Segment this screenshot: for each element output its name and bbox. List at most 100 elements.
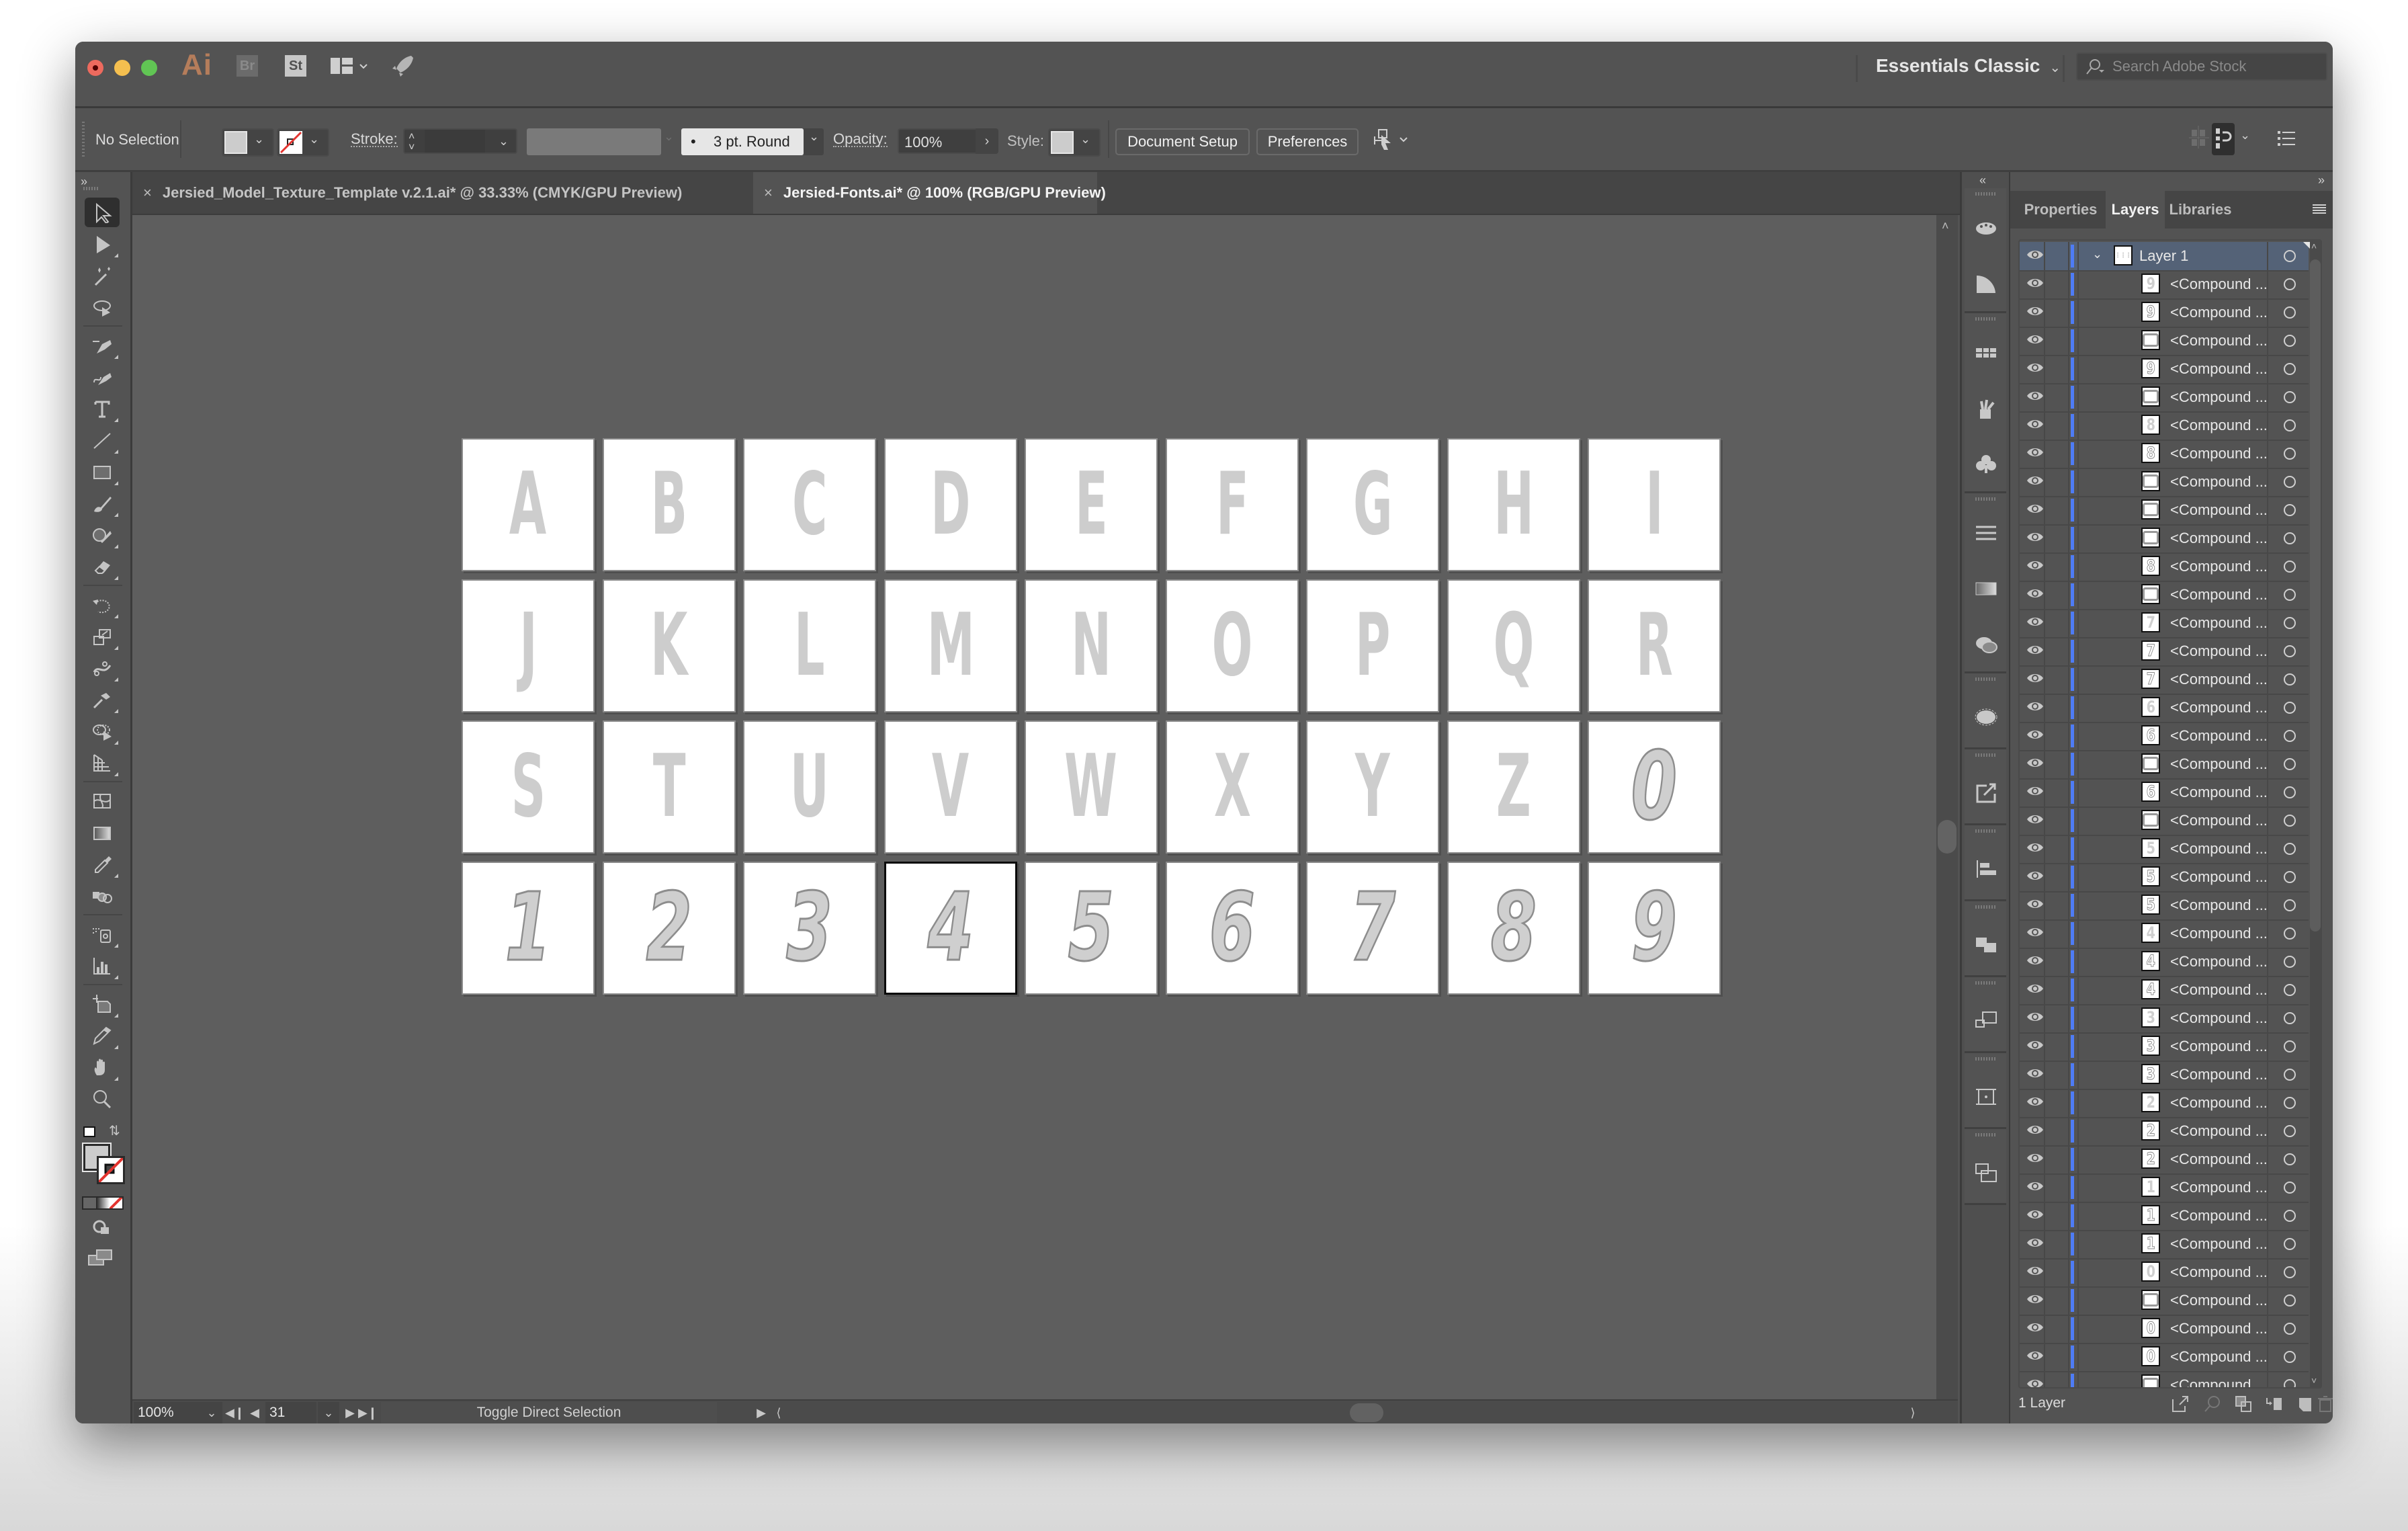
sublayer-row[interactable]: 7 <Compound ...: [2020, 637, 2309, 667]
line-segment-tool[interactable]: [85, 425, 120, 455]
visibility-eye-icon[interactable]: [2026, 1095, 2044, 1108]
brushes-panel-button[interactable]: [1975, 397, 1997, 420]
sublayer-row[interactable]: 8 <Compound ...: [2020, 552, 2309, 582]
sublayer-row[interactable]: 6 <Compound ...: [2020, 778, 2309, 808]
mesh-tool[interactable]: [85, 786, 120, 816]
target-circle-icon[interactable]: [2284, 673, 2296, 686]
artboard-P[interactable]: P: [1306, 579, 1439, 712]
sublayer-row[interactable]: 8 <Compound ...: [2020, 411, 2309, 441]
new-sublayer-icon[interactable]: [2266, 1395, 2283, 1413]
sublayer-row[interactable]: <Compound ...: [2020, 1286, 2309, 1316]
target-circle-icon[interactable]: [2284, 1210, 2296, 1222]
bridge-button[interactable]: Br: [236, 55, 258, 77]
sublayer-name[interactable]: <Compound ...: [2170, 1320, 2268, 1337]
transparency-panel-button[interactable]: [1975, 633, 1997, 656]
artboard-X[interactable]: X: [1166, 720, 1299, 854]
control-bar-grip[interactable]: [82, 122, 85, 157]
artboard-dropdown[interactable]: ⌄: [318, 1402, 339, 1423]
artboard-6[interactable]: 6: [1166, 862, 1299, 995]
artboard-Q[interactable]: Q: [1447, 579, 1580, 712]
target-circle-icon[interactable]: [2284, 561, 2296, 573]
stock-search-input[interactable]: [2111, 56, 2315, 77]
sublayer-name[interactable]: <Compound ...: [2170, 614, 2268, 632]
visibility-eye-icon[interactable]: [2026, 446, 2044, 458]
export-icon[interactable]: [2172, 1395, 2189, 1413]
close-window-button[interactable]: [87, 60, 103, 76]
sublayer-name[interactable]: <Compound ...: [2170, 981, 2268, 999]
sublayer-name[interactable]: <Compound ...: [2170, 840, 2268, 858]
sublayer-name[interactable]: <Compound ...: [2170, 897, 2268, 914]
sublayer-row[interactable]: 7 <Compound ...: [2020, 609, 2309, 638]
canvas[interactable]: A B C D E F G H I J K L MNOP QR S T U VWX Y Z0 123456789: [132, 215, 1936, 1423]
target-circle-icon[interactable]: [2284, 278, 2296, 290]
sublayer-name[interactable]: <Compound ...: [2170, 784, 2268, 801]
sublayer-name[interactable]: <Compound ...: [2170, 1207, 2268, 1225]
sublayer-name[interactable]: <Compound ...: [2170, 1179, 2268, 1196]
artboard-F[interactable]: F: [1166, 438, 1299, 571]
visibility-eye-icon[interactable]: [2026, 785, 2044, 797]
paintbrush-tool[interactable]: [85, 489, 120, 518]
sublayer-row[interactable]: <Compound ...: [2020, 806, 2309, 836]
visibility-eye-icon[interactable]: [2026, 1378, 2044, 1389]
artboard-B[interactable]: B: [603, 438, 736, 571]
target-circle-icon[interactable]: [2284, 645, 2296, 657]
sublayer-name[interactable]: <Compound ...: [2170, 276, 2268, 293]
sublayer-name[interactable]: <Compound ...: [2170, 304, 2268, 321]
color-guide-panel-button[interactable]: [1975, 273, 1997, 296]
target-circle-icon[interactable]: [2284, 1040, 2296, 1052]
sublayer-row[interactable]: 7 <Compound ...: [2020, 665, 2309, 695]
gradient-panel-panel-button[interactable]: [1975, 577, 1997, 600]
artboard-T[interactable]: T: [603, 720, 736, 854]
minimize-window-button[interactable]: [114, 60, 130, 76]
fill-color-control[interactable]: ⌄: [222, 128, 274, 157]
artboard-D[interactable]: D: [884, 438, 1017, 571]
target-circle-icon[interactable]: [2284, 306, 2296, 319]
sublayer-name[interactable]: <Compound ...: [2170, 501, 2268, 519]
visibility-eye-icon[interactable]: [2026, 559, 2044, 571]
scale-tool[interactable]: [85, 622, 120, 651]
artboard-L[interactable]: L: [743, 579, 876, 712]
clipping-mask-icon[interactable]: [2235, 1395, 2252, 1413]
fill-swatch[interactable]: [224, 131, 247, 154]
visibility-eye-icon[interactable]: [2026, 841, 2044, 854]
visibility-eye-icon[interactable]: [2026, 587, 2044, 599]
panel-group-grip[interactable]: [1975, 905, 1995, 909]
visibility-eye-icon[interactable]: [2026, 1350, 2044, 1362]
visibility-eye-icon[interactable]: [2026, 333, 2044, 345]
panel-group-grip[interactable]: [1975, 192, 1995, 196]
lasso-tool[interactable]: [85, 292, 120, 322]
visibility-eye-icon[interactable]: [2026, 672, 2044, 684]
sublayer-name[interactable]: <Compound ...: [2170, 1094, 2268, 1112]
target-circle-icon[interactable]: [2284, 899, 2296, 911]
opacity-field[interactable]: 100%: [898, 128, 978, 154]
visibility-eye-icon[interactable]: [2026, 531, 2044, 543]
visibility-eye-icon[interactable]: [2026, 954, 2044, 966]
target-circle-icon[interactable]: [2284, 335, 2296, 347]
sublayer-name[interactable]: <Compound ...: [2170, 388, 2268, 406]
gradient-button[interactable]: [96, 1198, 110, 1208]
sublayer-row[interactable]: <Compound ...: [2020, 327, 2309, 356]
scroll-down-icon[interactable]: ˅: [2311, 1375, 2317, 1386]
sublayer-row[interactable]: 3 <Compound ...: [2020, 1004, 2309, 1034]
target-circle-icon[interactable]: [2284, 927, 2296, 940]
artboard-N[interactable]: N: [1025, 579, 1158, 712]
width-tool[interactable]: [85, 653, 120, 683]
sublayer-name[interactable]: <Compound ...: [2170, 332, 2268, 349]
draw-mode-button[interactable]: [91, 1219, 112, 1240]
sublayer-name[interactable]: <Compound ...: [2170, 727, 2268, 745]
layer-row[interactable]: ⌄ ⋮⋮⋮ Layer 1: [2020, 242, 2313, 272]
expand-panels-icon[interactable]: «: [1979, 173, 1986, 188]
visibility-eye-icon[interactable]: [2026, 1067, 2044, 1079]
brush-dropdown-toggle[interactable]: ⌄: [804, 128, 824, 155]
selection-tool[interactable]: [85, 198, 120, 227]
artboard-5[interactable]: 5: [1025, 862, 1158, 995]
visibility-eye-icon[interactable]: [2026, 1321, 2044, 1333]
visibility-eye-icon[interactable]: [2026, 418, 2044, 430]
rectangle-tool[interactable]: [85, 457, 120, 487]
sublayer-row[interactable]: 1 <Compound ...: [2020, 1173, 2309, 1203]
sublayer-name[interactable]: <Compound ...: [2170, 417, 2268, 434]
sublayer-row[interactable]: <Compound ...: [2020, 1371, 2309, 1389]
sublayer-name[interactable]: <Compound ...: [2170, 1038, 2268, 1055]
zoom-level-field[interactable]: 100%: [134, 1402, 201, 1423]
visibility-eye-icon[interactable]: [2026, 1265, 2044, 1277]
